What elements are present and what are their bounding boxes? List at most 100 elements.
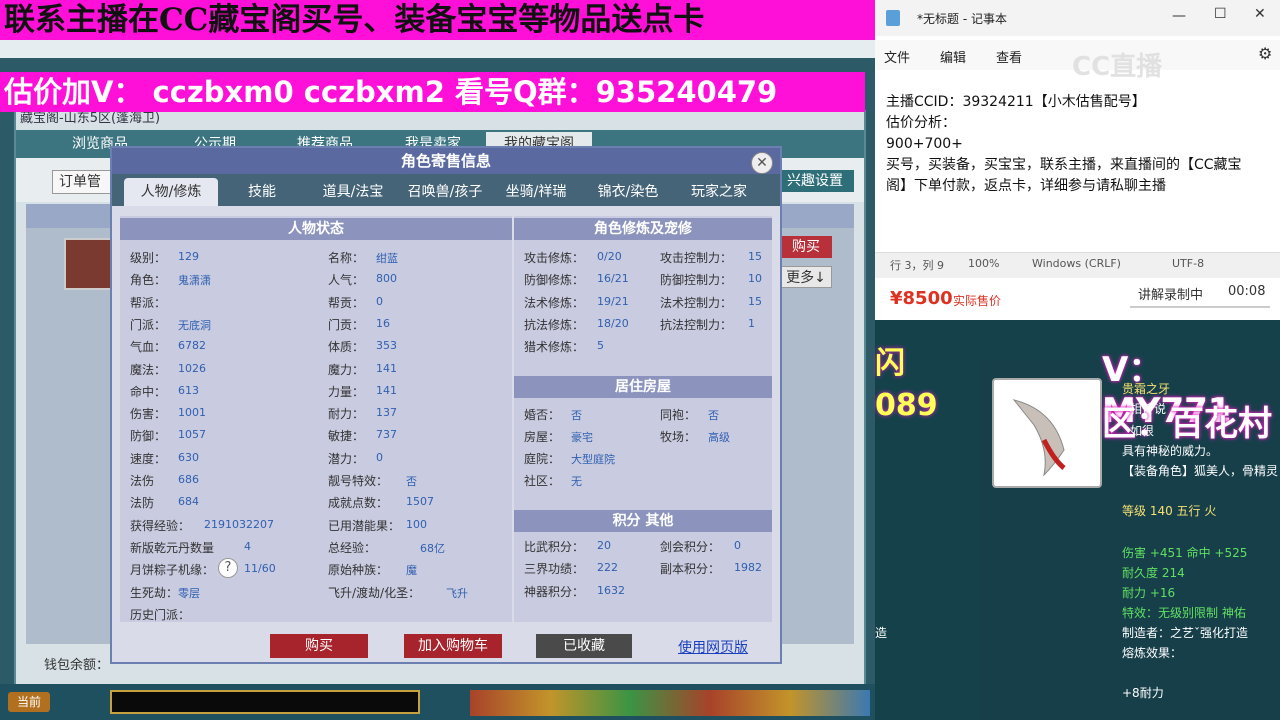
stat-value: 1001 [178, 406, 206, 420]
close-icon[interactable]: ✕ [751, 152, 773, 174]
stat-label: 敏捷： [328, 429, 365, 444]
buy-button[interactable]: 购买 [270, 634, 368, 658]
tab-character[interactable]: 人物/修炼 [124, 178, 218, 206]
item-line: 伤害 +451 命中 +525 [1122, 546, 1248, 560]
score-panel-header: 积分 其他 [514, 510, 772, 532]
recording-progress [1130, 306, 1270, 308]
favorited-button[interactable]: 已收藏 [536, 634, 632, 658]
stat-label: 庭院： [524, 452, 561, 466]
add-to-cart-button[interactable]: 加入购物车 [404, 634, 502, 658]
stat-value: 6782 [178, 339, 206, 353]
stat-label: 耐力： [328, 407, 365, 422]
item-line: 等级 140 五行 火 [1122, 504, 1217, 518]
stat-value: 10 [748, 272, 762, 286]
stat-value: 豪宅 [571, 431, 593, 444]
stat-label: 房屋： [524, 430, 561, 444]
stat-value: 1 [748, 316, 755, 330]
tab-mounts[interactable]: 坐骑/祥瑞 [494, 178, 578, 206]
stat-value: 1057 [178, 428, 206, 442]
game-taskbar: 当前 [0, 684, 875, 720]
stat-label: 婚否： [524, 408, 561, 422]
menu-view[interactable]: 查看 [996, 47, 1022, 66]
menu-file[interactable]: 文件 [884, 47, 910, 66]
stat-value: 0 [734, 539, 741, 552]
tab-pets[interactable]: 召唤兽/孩子 [402, 178, 488, 206]
stat-label: 总经验： [328, 540, 377, 555]
stat-label: 帮派： [130, 295, 167, 310]
notepad-icon [886, 10, 900, 26]
interest-settings-button[interactable]: 兴趣设置 [776, 170, 854, 192]
stat-value: 11/60 [244, 562, 276, 576]
stat-value: 15 [748, 250, 762, 263]
side-buy-button[interactable]: 购买 [780, 236, 832, 258]
stat-label: 防御控制力： [660, 273, 733, 288]
stat-value: 4 [244, 539, 251, 553]
promo-banner-contact: 估价加V： cczbxm0 cczbxm2 看号Q群：935240479 [0, 72, 865, 112]
stat-value: 222 [597, 561, 618, 575]
tab-items[interactable]: 道具/法宝 [310, 178, 396, 206]
notepad-line: 估价分析： [886, 115, 956, 131]
chat-input[interactable] [110, 690, 420, 714]
stat-value: 19/21 [597, 294, 629, 308]
stat-label: 门贡： [328, 317, 365, 332]
notepad-text-area[interactable]: 主播CCID：39324211【小木估售配号】 估价分析： 900+700+ 买… [886, 92, 1276, 197]
stat-value: 686 [178, 473, 199, 486]
stat-label: 原始种族： [328, 563, 389, 578]
stat-value: 800 [376, 272, 397, 286]
stat-value: 141 [376, 383, 397, 397]
stat-label: 名称： [328, 251, 365, 265]
maximize-icon[interactable]: ☐ [1214, 6, 1227, 22]
overlay-server: 区：百花村 [1102, 404, 1272, 444]
minimize-icon[interactable]: — [1172, 8, 1186, 24]
stat-label: 副本积分： [660, 562, 721, 577]
current-channel-button[interactable]: 当前 [8, 692, 50, 712]
stat-label: 法伤 [130, 474, 155, 488]
stat-label: 伤害： [130, 407, 167, 422]
item-line: 【装备角色】狐美人，骨精灵 [1122, 464, 1279, 478]
cc-live-logo: CC直播 [1072, 52, 1163, 82]
stat-value: 68亿 [420, 541, 445, 555]
use-web-version-link[interactable]: 使用网页版 [678, 637, 748, 657]
stat-value: 否 [406, 475, 417, 488]
side-more-button[interactable]: 更多↓ [780, 266, 832, 288]
close-window-icon[interactable]: ✕ [1254, 6, 1266, 22]
stat-label: 历史门派： [130, 607, 191, 622]
item-line: +8耐力 [1122, 686, 1164, 700]
stat-label: 神器积分： [524, 584, 585, 599]
stat-label: 人气： [328, 273, 365, 288]
stat-label: 帮贡： [328, 295, 365, 310]
menu-edit[interactable]: 编辑 [940, 47, 966, 66]
settings-icon[interactable]: ⚙ [1258, 44, 1272, 63]
stat-value: 绀蓝 [376, 252, 398, 265]
stat-value: 684 [178, 495, 199, 509]
stat-label: 三界功绩： [524, 562, 585, 577]
notepad-line: 900+700+ [886, 136, 963, 152]
stat-value: 129 [178, 250, 199, 263]
help-icon[interactable]: ? [218, 558, 238, 578]
house-panel-header: 居住房屋 [514, 376, 772, 398]
stat-value: 141 [376, 361, 397, 375]
stat-label: 速度： [130, 451, 167, 466]
notepad-line: 主播CCID：39324211【小木估售配号】 [886, 94, 1146, 110]
stat-label: 抗法修炼： [524, 317, 585, 332]
stat-value: 飞升 [446, 586, 468, 600]
stat-value: 613 [178, 383, 199, 397]
cultivate-panel-header: 角色修炼及宠修 [514, 218, 772, 240]
item-line: 特效：无级别限制 神佑 [1122, 606, 1246, 620]
quick-icons-bar[interactable] [470, 690, 870, 716]
stat-value: 0/20 [597, 250, 622, 263]
stat-label: 飞升/渡劫/化圣： [328, 585, 421, 600]
dialog-title: 角色寄售信息 [112, 148, 780, 174]
stat-label: 比武积分： [524, 540, 585, 554]
status-eol: Windows (CRLF) [1032, 257, 1121, 270]
stat-label: 潜力： [328, 451, 365, 466]
stat-value: 18/20 [597, 316, 629, 330]
tab-skills[interactable]: 技能 [230, 178, 294, 206]
avatar [64, 238, 114, 290]
item-line: 耐力 +16 [1122, 586, 1176, 600]
stat-value: 137 [376, 406, 397, 420]
stat-value: 737 [376, 428, 397, 442]
tab-home[interactable]: 玩家之家 [678, 178, 760, 206]
tab-outfits[interactable]: 锦衣/染色 [586, 178, 670, 206]
side-text: 造 [875, 626, 888, 640]
